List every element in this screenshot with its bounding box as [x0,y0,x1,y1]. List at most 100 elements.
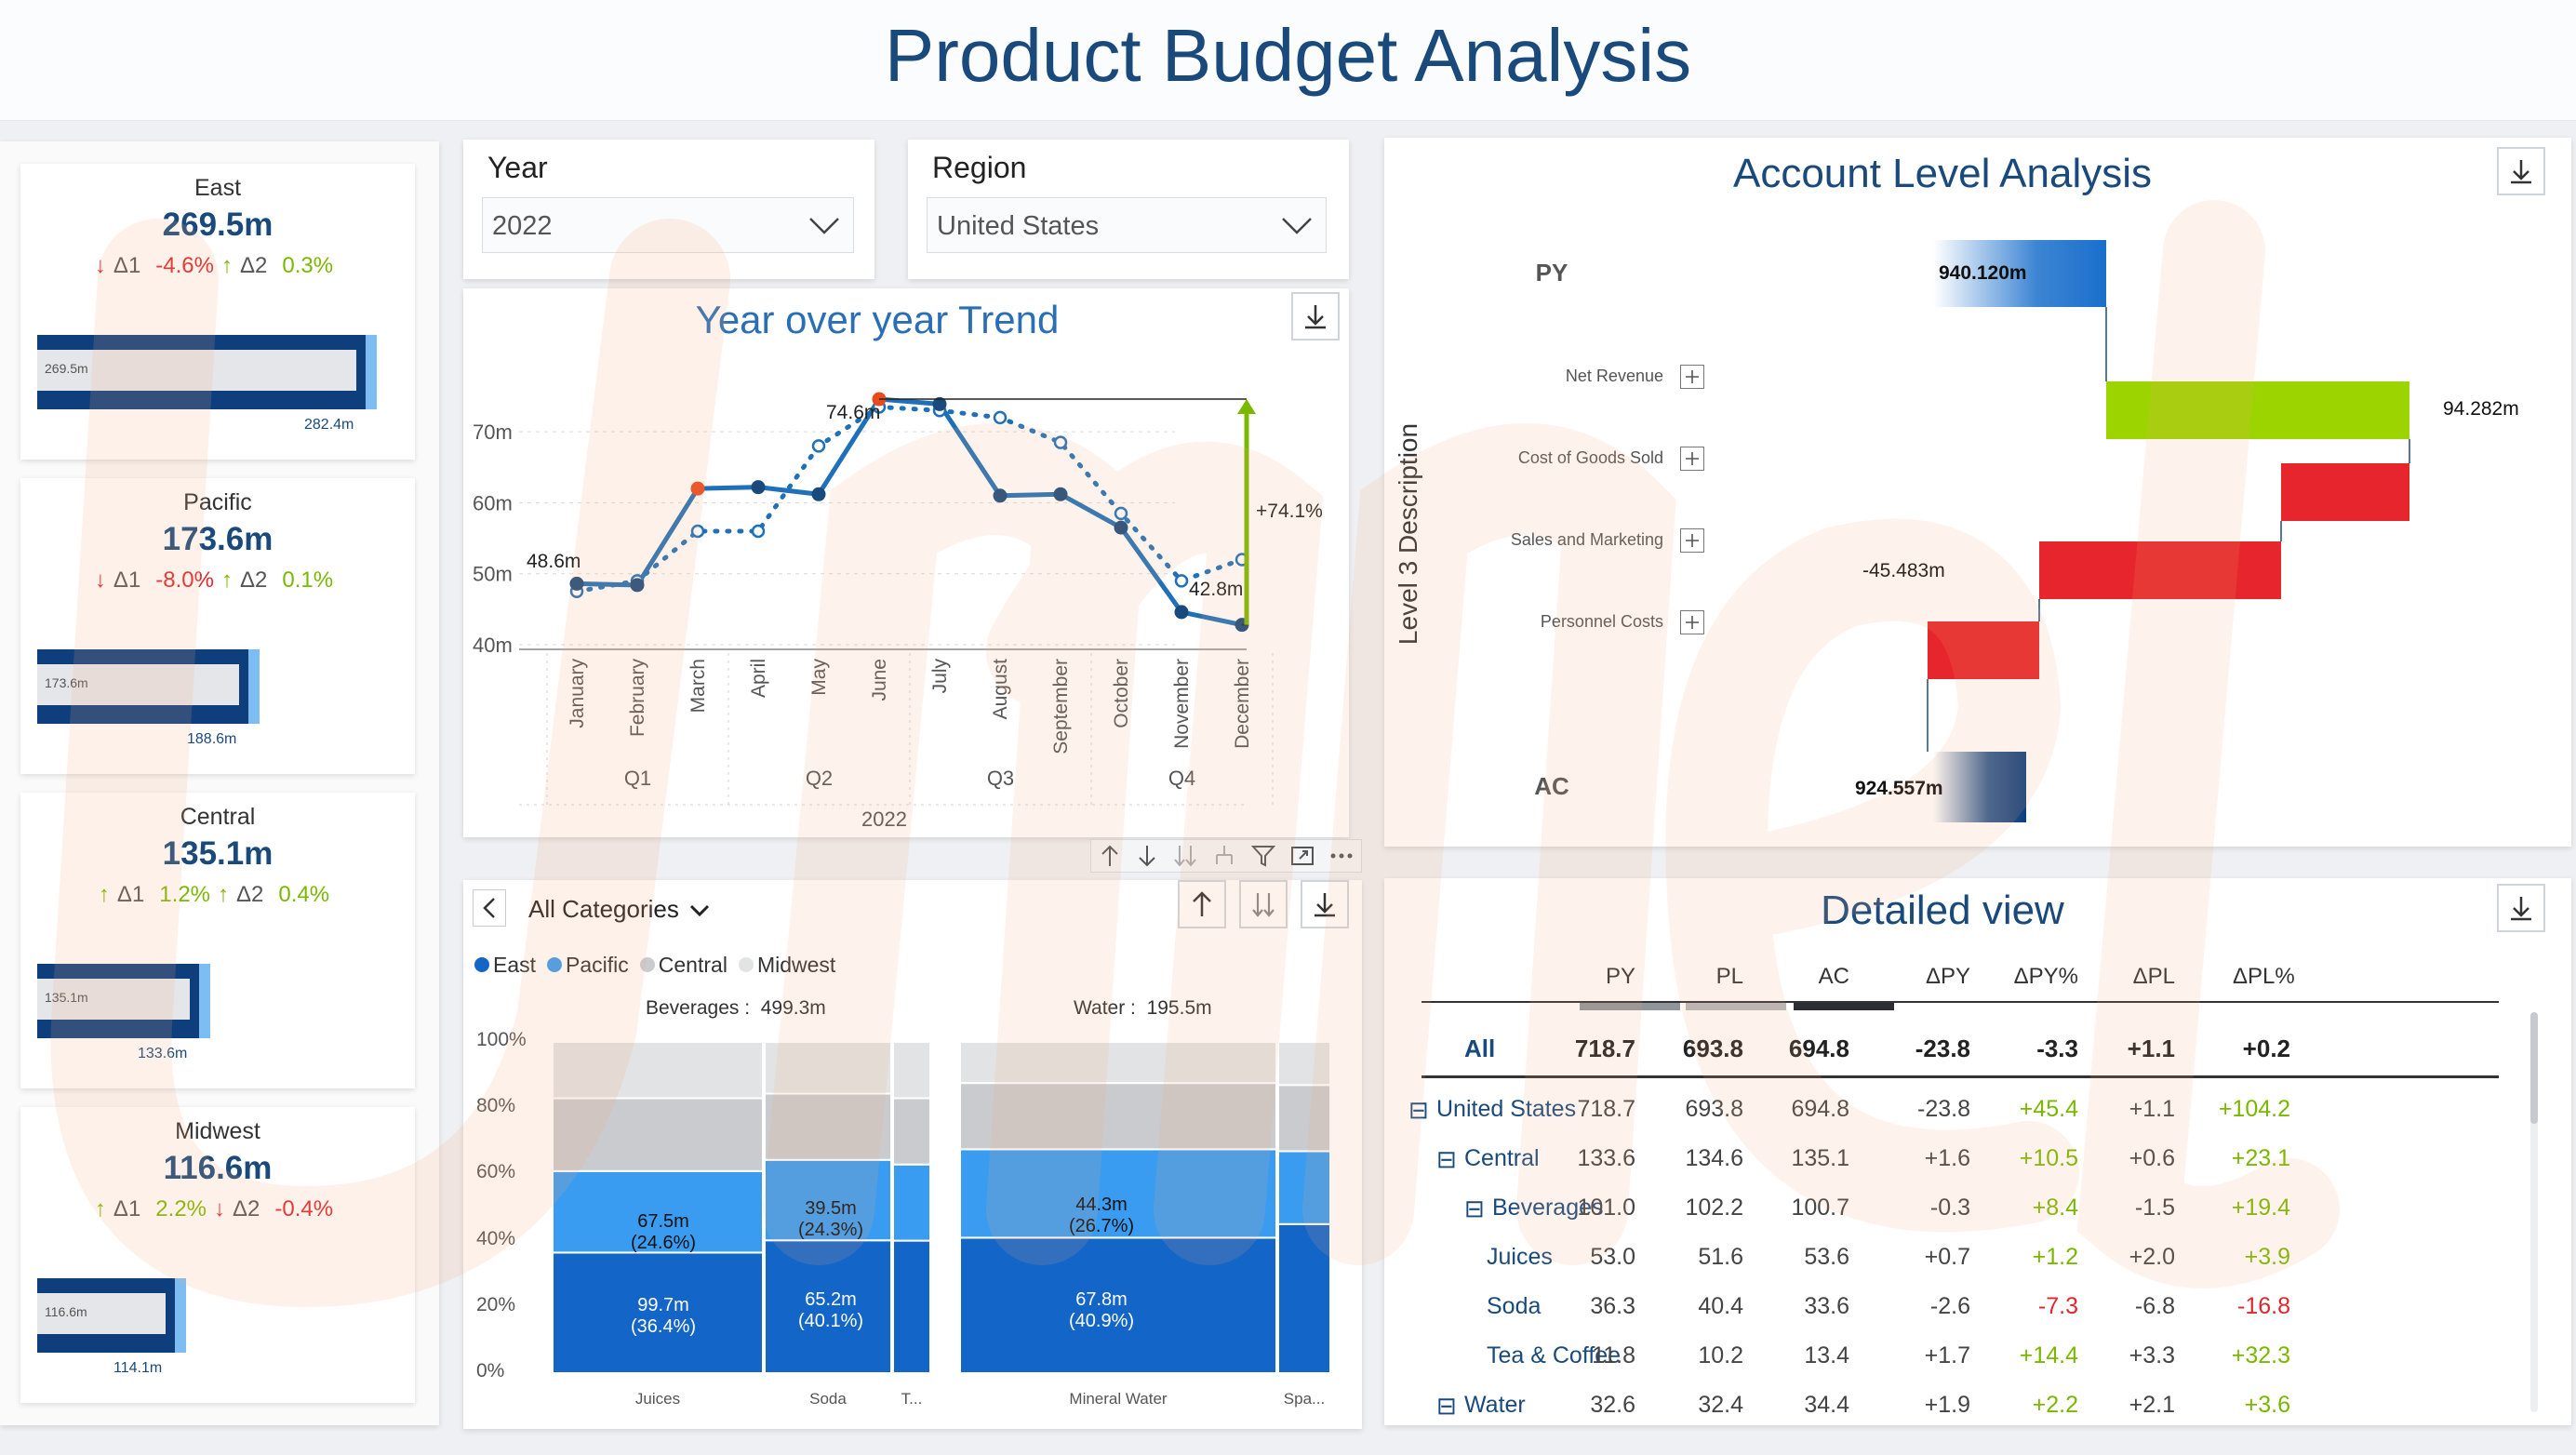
data-label: 67.5m [637,1211,689,1232]
month-tick-label: November [1171,659,1193,749]
kpi-region: Pacific [183,489,252,515]
scrollbar[interactable] [2530,1012,2538,1412]
collapse-icon[interactable]: ⊟ [1436,1145,1457,1174]
double-arrow-down-icon[interactable] [1173,844,1197,868]
month-tick-label: June [869,659,890,701]
series-line-actual [576,396,1243,628]
column-header: AC [1818,964,1849,989]
table-cell: +1.9 [1924,1392,1970,1418]
kpi-card: East 269.5m ↓ Δ1 -4.6% ↑ Δ2 0.3% 269.5m 282.4m [20,164,415,460]
expand-button[interactable] [1680,528,1704,553]
trend-year-label: 2022 [861,808,907,831]
data-label: (40.1%) [797,1311,864,1331]
waterfall-category-label: Sales and Marketing [1510,530,1663,549]
trend-start-label: 48.6m [527,551,581,572]
data-label: 67.8m [1075,1289,1128,1310]
scenario-marker [1686,1003,1786,1010]
table-cell: 53.0 [1590,1244,1635,1270]
plus-icon [1686,370,1699,383]
delta1-label: Δ1 [113,1196,141,1221]
x-tick-label: Soda [809,1390,847,1408]
table-cell: -0.3 [1929,1195,1970,1221]
table-row[interactable]: Juices 53.0 51.6 53.6 +0.7 +1.2 +2.0 +3.9 [1384,1240,2519,1285]
table-cell: -23.8 [1917,1096,1970,1122]
region-dropdown[interactable]: United States [927,197,1327,253]
data-label: 99.7m [637,1295,689,1315]
table-cell: 718.7 [1577,1096,1635,1122]
table-cell: +1.2 [2032,1244,2078,1270]
table-cell: 33.6 [1804,1293,1849,1319]
table-row[interactable]: ⊟ Central 133.6 134.6 135.1 +1.6 +10.5 +0.6 +23.… [1384,1141,2519,1186]
collapse-icon[interactable]: ⊟ [1408,1096,1429,1125]
column-header: PL [1715,964,1743,989]
arrow-up-icon: ↑ [221,253,233,278]
data-point-previous-year [993,410,1008,425]
year-filter: Year 2022 [463,140,874,279]
data-point-actual [1053,487,1068,501]
table-cell: +2.2 [2032,1392,2078,1418]
collapse-icon[interactable]: ⊟ [1436,1392,1457,1421]
arrow-down-icon: ↓ [94,567,106,593]
data-label: 44.3m [1075,1195,1128,1215]
table-cell: +2.1 [2129,1392,2175,1418]
focus-mode-icon[interactable] [1290,844,1315,868]
waterfall-category-label: PY [1535,259,1568,287]
kpi-bar-label: 135.1m [45,990,88,1005]
expand-hierarchy-icon[interactable] [1212,844,1236,868]
delta1-label: Δ1 [116,882,145,907]
waterfall-chart [1927,240,2410,822]
data-point-previous-year [751,524,766,539]
delta2-label: Δ2 [236,882,264,907]
table-cell: -7.3 [2037,1293,2078,1319]
y-tick-label: 40m [473,634,513,657]
table-cell: 32.4 [1698,1392,1743,1418]
scenario-marker [1794,1003,1894,1010]
table-row[interactable]: Soda 36.3 40.4 33.6 -2.6 -7.3 -6.8 -16.8 [1384,1289,2519,1334]
waterfall-value-label: 94.282m [2443,398,2519,420]
table-cell: +19.4 [2231,1195,2290,1221]
table-cell: 135.1 [1791,1145,1849,1171]
waterfall-value-label: 940.120m [1939,262,2027,284]
filter-icon[interactable] [1251,844,1275,868]
table-cell: +1.6 [1924,1145,1970,1171]
arrow-down-icon[interactable] [1136,844,1158,868]
expand-button[interactable] [1680,365,1704,389]
year-dropdown[interactable]: 2022 [482,197,854,253]
plus-icon [1686,534,1699,547]
kpi-deltas: ↓ Δ1 -8.0% ↑ Δ2 0.1% [20,567,415,594]
region-dropdown-value: United States [937,211,1100,241]
waterfall-category-label: Cost of Goods Sold [1517,448,1663,467]
trend-panel: Year over year Trend 70m 60m 50m 40m January… [463,288,1349,837]
x-tick-label: Spa... [1283,1390,1326,1408]
data-point-actual [1174,605,1189,620]
data-point-previous-year [811,439,826,453]
table-row[interactable]: ⊟ Beverages 101.0 102.2 100.7 -0.3 +8.4 -1.5 +19… [1384,1191,2519,1235]
expand-button[interactable] [1680,610,1704,634]
more-options-icon[interactable] [1329,844,1354,868]
month-tick-label: July [929,659,951,694]
column-header: ΔPY [1925,964,1970,989]
data-label: 39.5m [805,1198,857,1219]
waterfall-category-label: AC [1534,772,1569,800]
table-cell: +14.4 [2019,1342,2078,1368]
arrow-up-icon[interactable] [1099,844,1121,868]
table-row[interactable]: ⊟ Water 32.6 32.4 34.4 +1.9 +2.2 +2.1 +3.6 [1384,1388,2519,1433]
collapse-icon[interactable]: ⊟ [1464,1195,1485,1223]
table-row[interactable]: Tea & Coffee 11.8 10.2 13.4 +1.7 +14.4 +3.3 +32… [1384,1339,2519,1383]
scrollbar-thumb[interactable] [2530,1012,2538,1124]
table-cell: 100.7 [1791,1195,1849,1221]
expand-button[interactable] [1680,447,1704,471]
delta2-label: Δ2 [240,253,268,278]
table-row[interactable]: ⊟ United States 718.7 693.8 694.8 -23.8 +45.4 +… [1384,1092,2519,1137]
quarter-label: Q2 [806,767,833,790]
year-dropdown-value: 2022 [492,211,553,241]
kpi-region: East [194,175,242,201]
y-tick-label: 60m [473,491,513,514]
waterfall-value-label: 924.557m [1855,778,1943,799]
kpi-target-label: 133.6m [138,1046,188,1061]
table-cell: 693.8 [1685,1096,1743,1122]
page-title: Product Budget Analysis [884,14,1692,97]
total-rule [1421,1075,2499,1078]
drill-button[interactable] [2497,884,2545,932]
month-tick-label: April [748,659,769,698]
